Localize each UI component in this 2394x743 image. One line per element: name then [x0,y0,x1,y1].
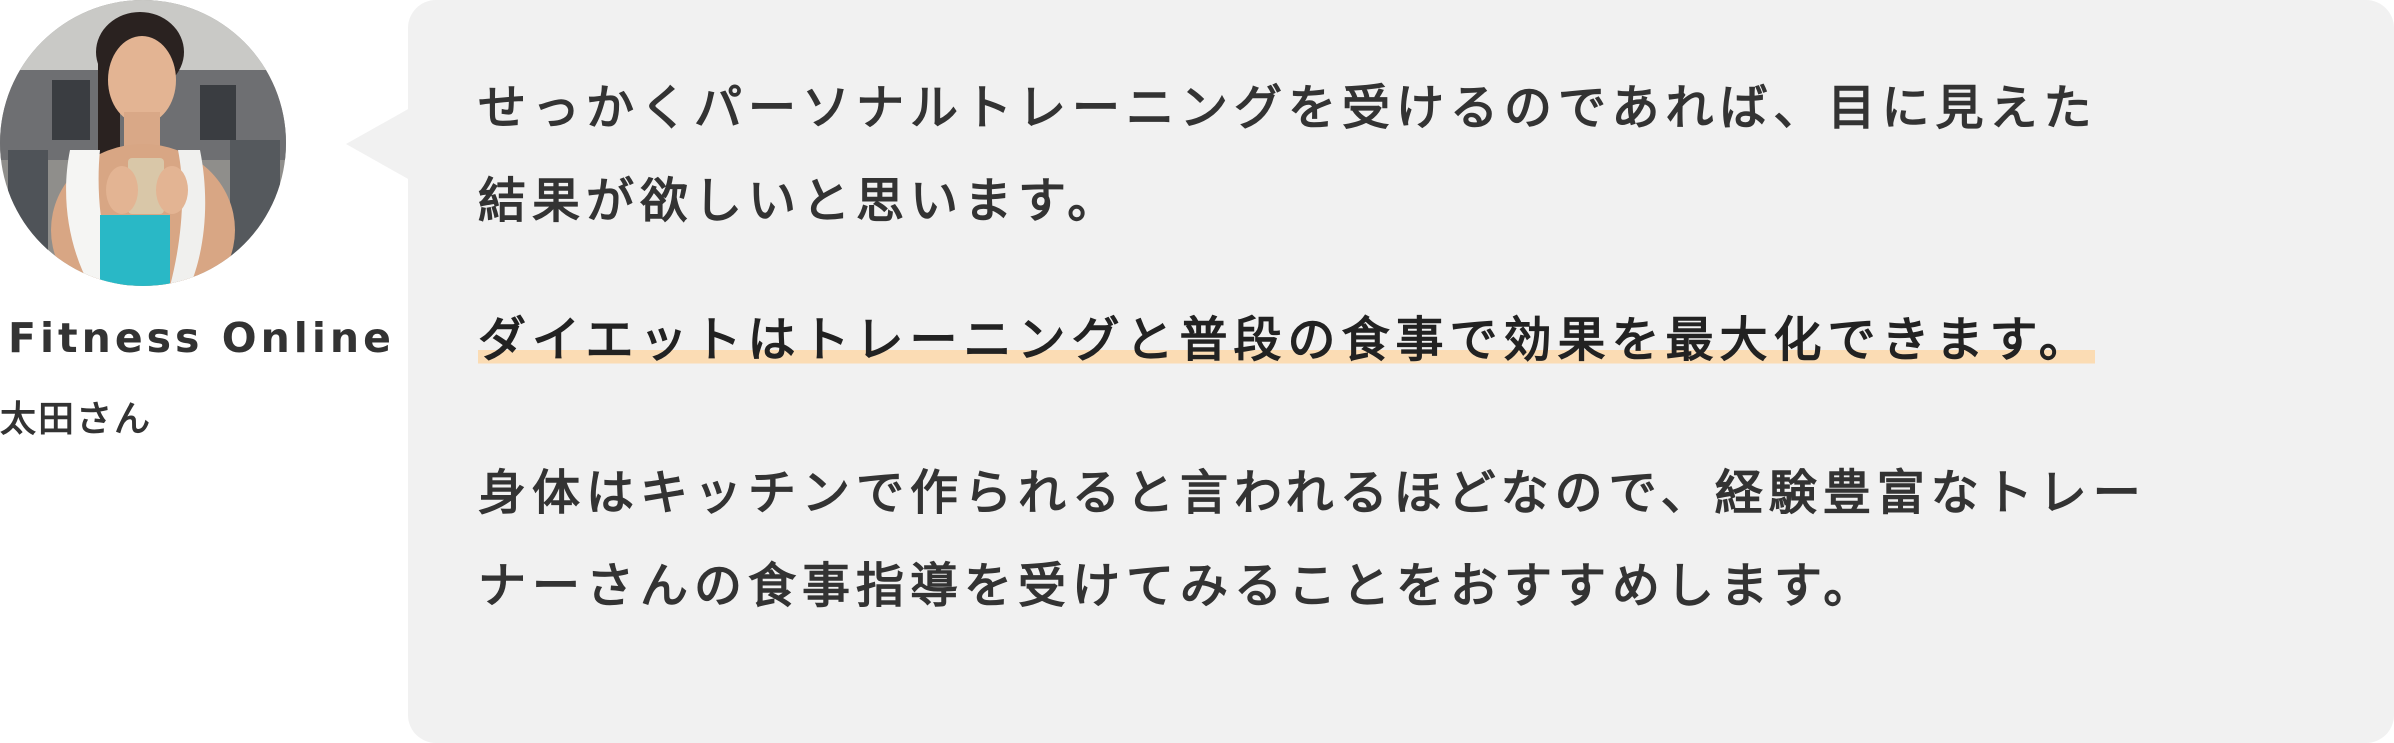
author-site-name: Fitness Online [8,314,395,362]
avatar-photo [0,0,286,286]
comment-paragraph-2: ダイエットはトレーニングと普段の食事で効果を最大化できます。 [478,294,2354,387]
highlighted-text: ダイエットはトレーニングと普段の食事で効果を最大化できます。 [478,312,2095,368]
author-name: 太田さん [0,399,153,440]
comment-line: ナーさんの食事指導を受けてみることをおすすめします。 [478,558,1878,614]
comment-line: せっかくパーソナルトレーニングを受けるのであれば、目に見えた [478,80,2098,136]
comment-line: 身体はキッチンで作られると言われるほどなので、経験豊富なトレー [478,465,2147,521]
speech-bubble: せっかくパーソナルトレーニングを受けるのであれば、目に見えた 結果が欲しいと思い… [408,0,2394,743]
avatar [0,0,286,286]
comment-paragraph-3: 身体はキッチンで作られると言われるほどなので、経験豊富なトレー ナーさんの食事指… [478,447,2354,633]
comment-line: 結果が欲しいと思います。 [478,173,1122,229]
author-profile: Fitness Online 太田さん [0,0,391,743]
comment-paragraph-1: せっかくパーソナルトレーニングを受けるのであれば、目に見えた 結果が欲しいと思い… [478,62,2354,248]
speech-bubble-tail [346,108,410,180]
